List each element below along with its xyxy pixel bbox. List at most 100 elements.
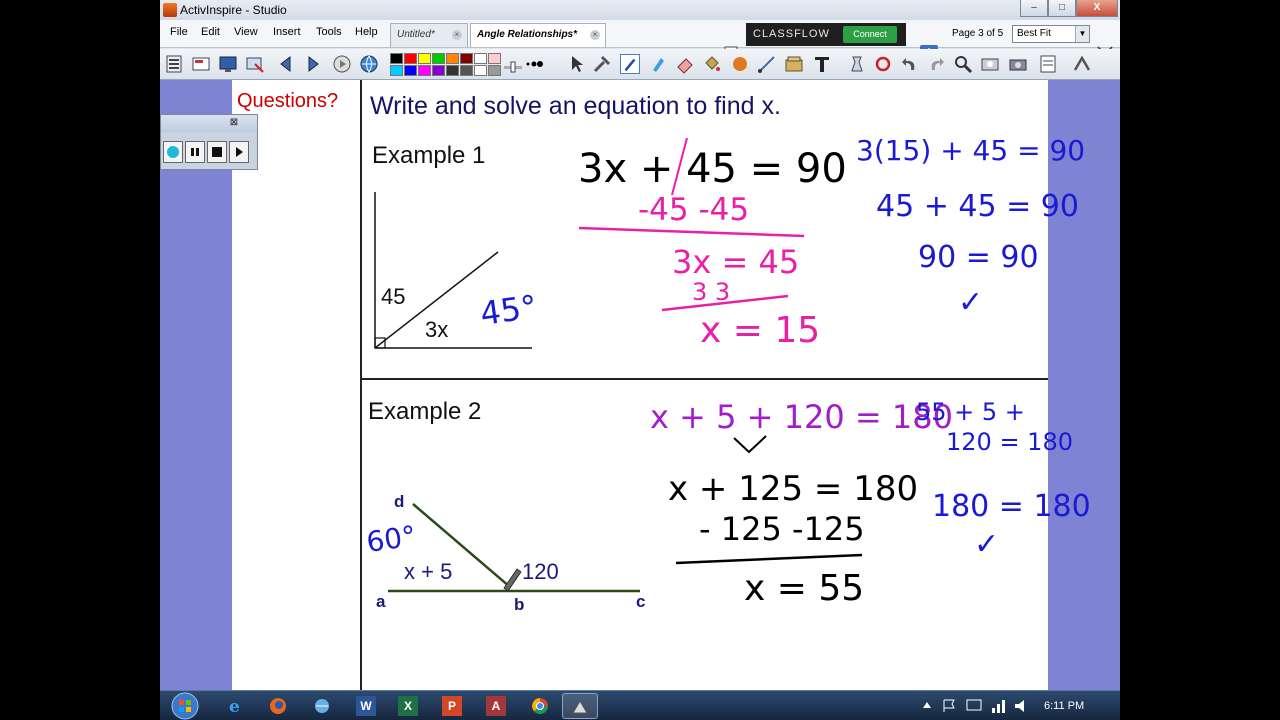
stop-button[interactable]: [207, 141, 227, 163]
tab-angle-relationships[interactable]: Angle Relationships* ×: [470, 23, 606, 47]
spotlight-icon[interactable]: [980, 54, 1000, 74]
shape-icon[interactable]: [730, 54, 750, 74]
point-b: b: [514, 595, 524, 614]
tab-close-icon[interactable]: ×: [452, 30, 462, 40]
toolbox-settings-icon[interactable]: [1072, 54, 1092, 74]
ie-icon[interactable]: e: [226, 696, 246, 716]
notes-icon[interactable]: [1038, 54, 1058, 74]
point-d: d: [394, 492, 404, 511]
eraser-icon[interactable]: [675, 54, 695, 74]
menu-insert[interactable]: Insert: [273, 26, 301, 38]
network-icon[interactable]: [312, 696, 332, 716]
swatch[interactable]: [390, 65, 403, 76]
annotation-45-degrees: 45°: [478, 287, 539, 333]
next-page-icon[interactable]: [303, 54, 323, 74]
zoom-select[interactable]: Best Fit ▼: [1012, 25, 1090, 43]
swatch[interactable]: [432, 65, 445, 76]
activinspire-window: ActivInspire - Studio – □ X File Edit Vi…: [160, 0, 1120, 720]
tab-close-icon[interactable]: ×: [590, 30, 600, 40]
tools-icon[interactable]: [592, 54, 612, 74]
swatch[interactable]: [474, 65, 487, 76]
menu-tools[interactable]: Tools: [316, 26, 342, 38]
recorder-panel-header[interactable]: ⊠: [161, 115, 257, 132]
ex1-check-1: 3(15) + 45 = 90: [856, 134, 1085, 167]
menu-view[interactable]: View: [234, 26, 258, 38]
menu-help[interactable]: Help: [355, 26, 378, 38]
pen-width-dots-icon[interactable]: [524, 54, 544, 74]
maximize-button[interactable]: □: [1048, 0, 1076, 17]
volume-icon[interactable]: [1012, 696, 1032, 716]
play-icon[interactable]: [332, 54, 352, 74]
swatch[interactable]: [446, 53, 459, 64]
network-tray-icon[interactable]: [988, 696, 1008, 716]
resource-library-icon[interactable]: [784, 54, 804, 74]
swatch[interactable]: [460, 65, 473, 76]
record-button[interactable]: [163, 141, 183, 163]
pause-button[interactable]: [185, 141, 205, 163]
tab-untitled[interactable]: Untitled* ×: [390, 23, 468, 47]
camera-icon[interactable]: [1008, 54, 1028, 74]
excel-icon[interactable]: X: [398, 696, 418, 716]
annotation-layer: 45 3x 45° 3x + 45 = 90 -45 -45 3x = 45 3…: [364, 134, 1090, 614]
monitor-icon[interactable]: [964, 696, 984, 716]
ex1-check-3: 90 = 90: [918, 240, 1039, 275]
activinspire-icon: [572, 700, 588, 714]
powerpoint-icon[interactable]: P: [442, 696, 462, 716]
ex1-divide: 3 3: [692, 278, 730, 306]
flipchart-icon[interactable]: [191, 54, 211, 74]
swatch[interactable]: [488, 53, 501, 64]
angle-label-3x: 3x: [425, 317, 448, 342]
close-button[interactable]: X: [1076, 0, 1118, 17]
swatch[interactable]: [488, 65, 501, 76]
text-tool-icon[interactable]: [812, 54, 832, 74]
swatch[interactable]: [404, 53, 417, 64]
windows-taskbar: e W X P A 6:11 PM: [160, 690, 1120, 720]
swatch[interactable]: [432, 53, 445, 64]
swatch[interactable]: [474, 53, 487, 64]
clear-icon[interactable]: [847, 54, 867, 74]
classflow-connect-button[interactable]: Connect: [843, 26, 897, 43]
action-center-icon[interactable]: [940, 696, 960, 716]
close-icon[interactable]: ⊠: [225, 117, 243, 129]
tab-angle-relationships-label: Angle Relationships*: [477, 29, 578, 40]
select-arrow-icon[interactable]: [567, 54, 587, 74]
swatch[interactable]: [418, 53, 431, 64]
reset-page-icon[interactable]: [873, 54, 893, 74]
swatch[interactable]: [460, 53, 473, 64]
swatch[interactable]: [404, 65, 417, 76]
main-menu-icon[interactable]: [164, 54, 184, 74]
point-c: c: [636, 592, 645, 611]
start-button[interactable]: [168, 691, 202, 720]
screenshot-icon[interactable]: [245, 54, 265, 74]
point-a: a: [376, 592, 386, 611]
pen-width-slider[interactable]: [503, 54, 523, 74]
pen-icon[interactable]: [620, 54, 640, 74]
ex1-check-2: 45 + 45 = 90: [876, 189, 1079, 224]
connector-icon[interactable]: [757, 54, 777, 74]
show-hidden-icons-icon[interactable]: [923, 702, 931, 708]
previous-page-icon[interactable]: [276, 54, 296, 74]
swatch[interactable]: [390, 53, 403, 64]
magnifier-icon[interactable]: [953, 54, 973, 74]
menu-edit[interactable]: Edit: [201, 26, 220, 38]
web-browser-icon[interactable]: [359, 54, 379, 74]
undo-icon[interactable]: [900, 54, 920, 74]
activinspire-task-button[interactable]: [562, 693, 598, 719]
menu-file[interactable]: File: [170, 26, 188, 38]
desktop-annotate-icon[interactable]: [218, 54, 238, 74]
word-icon[interactable]: W: [356, 696, 376, 716]
firefox-icon[interactable]: [268, 696, 288, 716]
swatch[interactable]: [446, 65, 459, 76]
swatch[interactable]: [418, 65, 431, 76]
access-icon[interactable]: A: [486, 696, 506, 716]
annotation-60-degrees: 60°: [364, 519, 418, 559]
play-button[interactable]: [229, 141, 249, 163]
flipchart-page[interactable]: Questions? Write and solve an equation t…: [232, 80, 1091, 690]
workspace: Questions? Write and solve an equation t…: [160, 80, 1120, 690]
chrome-icon[interactable]: [530, 696, 550, 716]
activinspire-app-icon: [163, 3, 177, 17]
highlighter-icon[interactable]: [648, 54, 668, 74]
minimize-button[interactable]: –: [1020, 0, 1048, 17]
fill-icon[interactable]: [702, 54, 722, 74]
redo-icon[interactable]: [926, 54, 946, 74]
